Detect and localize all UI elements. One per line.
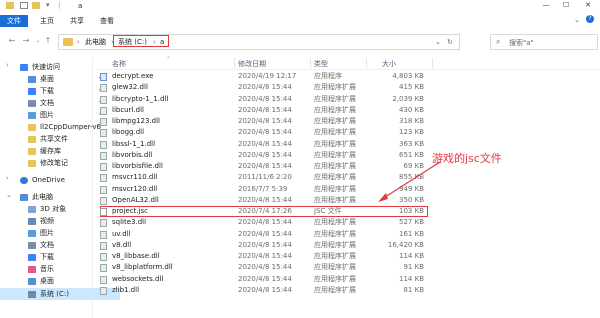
annotation-label: 游戏的jsc文件 — [432, 152, 502, 165]
annotation-arrow — [378, 161, 441, 202]
